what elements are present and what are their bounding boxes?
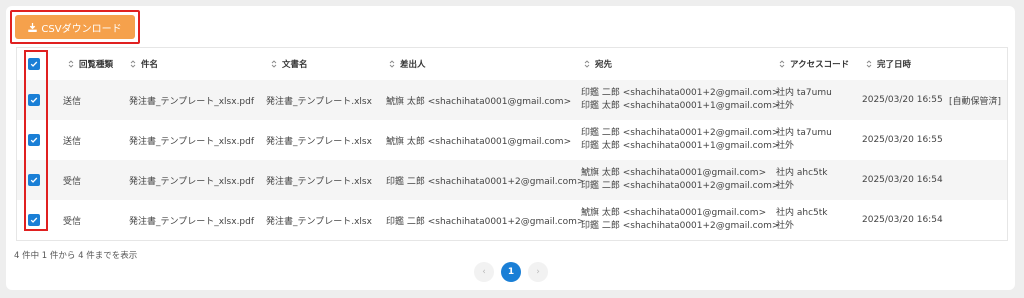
cell-completed: 2025/03/20 16:54	[862, 175, 943, 185]
cell-document: 発注書_テンプレート.xlsx	[266, 216, 372, 227]
cell-recipients: 鯱旗 太郎 <shachihata0001@gmail.com> 印鑑 二郎 <s…	[581, 168, 780, 191]
cell-access-code: 社内 ta7umu 社外	[776, 88, 832, 111]
row-checkbox[interactable]	[28, 134, 40, 146]
check-icon	[30, 137, 38, 143]
table-row[interactable]: 受信 発注書_テンプレート_xlsx.pdf 発注書_テンプレート.xlsx 印…	[17, 160, 1007, 200]
download-icon	[28, 22, 38, 32]
cell-access-code: 社内 ahc5tk 社外	[776, 208, 828, 231]
column-header-recipient[interactable]: 宛先	[584, 48, 612, 80]
row-checkbox[interactable]	[28, 174, 40, 186]
sort-icon	[584, 60, 590, 68]
pagination-page-button[interactable]: 1	[501, 262, 521, 282]
cell-document: 発注書_テンプレート.xlsx	[266, 176, 372, 187]
csv-highlight-box: CSVダウンロード	[10, 10, 140, 44]
cell-recipients: 印鑑 二郎 <shachihata0001+2@gmail.com> 印鑑 太郎 …	[581, 128, 780, 151]
cell-subject: 発注書_テンプレート_xlsx.pdf	[129, 136, 255, 147]
sort-icon	[130, 60, 136, 68]
check-icon	[30, 97, 38, 103]
pagination-prev-button[interactable]: ‹	[474, 262, 494, 282]
cell-recipients: 印鑑 二郎 <shachihata0001+2@gmail.com> 印鑑 太郎 …	[581, 88, 780, 111]
table-row[interactable]: 送信 発注書_テンプレート_xlsx.pdf 発注書_テンプレート.xlsx 鯱…	[17, 80, 1007, 120]
check-icon	[30, 217, 38, 223]
cell-type: 送信	[63, 96, 82, 107]
csv-download-button[interactable]: CSVダウンロード	[15, 15, 135, 39]
cell-type: 受信	[63, 216, 82, 227]
cell-completed: 2025/03/20 16:54	[862, 215, 943, 225]
table-row[interactable]: 送信 発注書_テンプレート_xlsx.pdf 発注書_テンプレート.xlsx 鯱…	[17, 120, 1007, 160]
sort-icon	[271, 60, 277, 68]
cell-sender: 印鑑 二郎 <shachihata0001+2@gmail.com>	[386, 216, 585, 227]
table-header-row: 回覧種類 件名 文書名 差出人 宛先 アクセスコード 完了日時	[17, 48, 1007, 80]
sort-icon	[389, 60, 395, 68]
cell-subject: 発注書_テンプレート_xlsx.pdf	[129, 176, 255, 187]
cell-document: 発注書_テンプレート.xlsx	[266, 96, 372, 107]
check-icon	[30, 61, 38, 67]
cell-type: 受信	[63, 176, 82, 187]
cell-subject: 発注書_テンプレート_xlsx.pdf	[129, 216, 255, 227]
cell-sender: 鯱旗 太郎 <shachihata0001@gmail.com>	[386, 96, 572, 107]
sort-icon	[866, 60, 872, 68]
cell-subject: 発注書_テンプレート_xlsx.pdf	[129, 96, 255, 107]
cell-access-code: 社内 ta7umu 社外	[776, 128, 832, 151]
check-icon	[30, 177, 38, 183]
cell-sender: 鯱旗 太郎 <shachihata0001@gmail.com>	[386, 136, 572, 147]
select-all-checkbox[interactable]	[28, 58, 40, 70]
column-header-document[interactable]: 文書名	[271, 48, 308, 80]
cell-note: [自動保管済]	[949, 96, 1002, 107]
column-header-subject[interactable]: 件名	[130, 48, 158, 80]
cell-document: 発注書_テンプレート.xlsx	[266, 136, 372, 147]
column-header-sender[interactable]: 差出人	[389, 48, 426, 80]
cell-access-code: 社内 ahc5tk 社外	[776, 168, 828, 191]
cell-type: 送信	[63, 136, 82, 147]
pagination-next-button[interactable]: ›	[528, 262, 548, 282]
cell-completed: 2025/03/20 16:55	[862, 95, 943, 105]
column-header-type[interactable]: 回覧種類	[68, 48, 113, 80]
results-table: 回覧種類 件名 文書名 差出人 宛先 アクセスコード 完了日時 送信 発注書_テ…	[16, 47, 1008, 241]
sort-icon	[779, 60, 785, 68]
csv-download-label: CSVダウンロード	[41, 23, 122, 35]
column-header-access-code[interactable]: アクセスコード	[779, 48, 849, 80]
cell-completed: 2025/03/20 16:55	[862, 135, 943, 145]
pagination-status: 4 件中 1 件から 4 件までを表示	[14, 251, 138, 261]
row-checkbox[interactable]	[28, 94, 40, 106]
column-header-completed[interactable]: 完了日時	[866, 48, 911, 80]
cell-recipients: 鯱旗 太郎 <shachihata0001@gmail.com> 印鑑 二郎 <s…	[581, 208, 780, 231]
row-checkbox[interactable]	[28, 214, 40, 226]
cell-sender: 印鑑 二郎 <shachihata0001+2@gmail.com>	[386, 176, 585, 187]
sort-icon	[68, 60, 74, 68]
table-row[interactable]: 受信 発注書_テンプレート_xlsx.pdf 発注書_テンプレート.xlsx 印…	[17, 200, 1007, 240]
